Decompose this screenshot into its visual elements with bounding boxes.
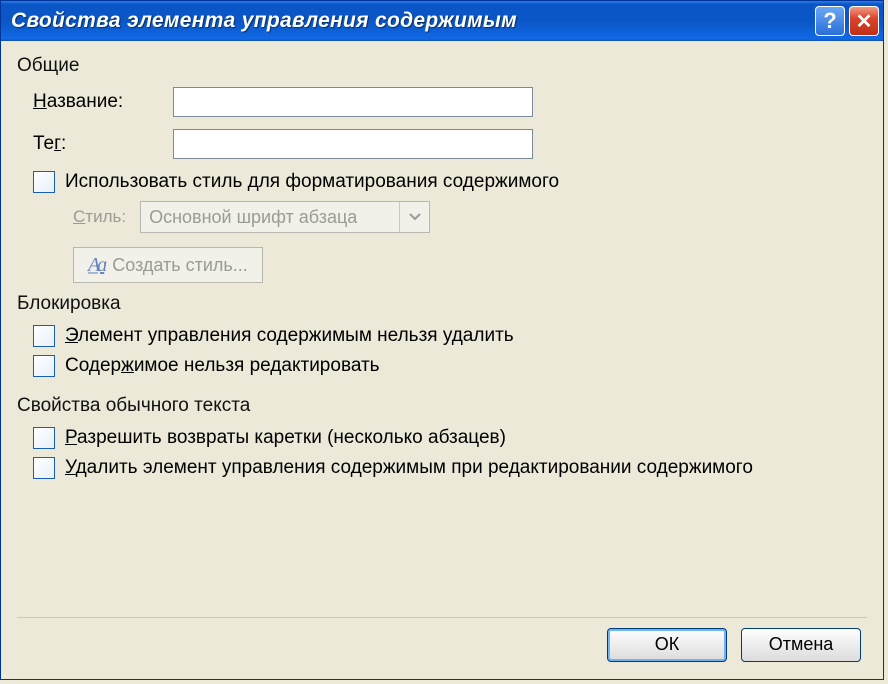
row-name: Название:: [33, 87, 867, 117]
titlebar-buttons: ? ✕: [815, 6, 879, 36]
name-label: Название:: [33, 91, 173, 113]
section-locking-title: Блокировка: [17, 293, 867, 315]
style-aa-icon: A̲ɑ: [88, 254, 104, 277]
cannot-delete-checkbox[interactable]: [33, 325, 55, 347]
create-style-label: Создать стиль...: [112, 255, 248, 276]
style-label: Стиль:: [73, 207, 126, 227]
style-combobox-value: Основной шрифт абзаца: [149, 207, 357, 228]
cannot-edit-label: Содержимое нельзя редактировать: [65, 355, 380, 377]
section-locking-body: Элемент управления содержимым нельзя уда…: [17, 325, 867, 385]
dialog-window: Свойства элемента управления содержимым …: [0, 0, 884, 680]
cannot-edit-checkbox[interactable]: [33, 355, 55, 377]
section-plaintext-title: Свойства обычного текста: [17, 395, 867, 417]
row-tag: Тег:: [33, 129, 867, 159]
allow-cr-checkbox[interactable]: [33, 427, 55, 449]
row-cannot-edit: Содержимое нельзя редактировать: [33, 355, 867, 377]
section-general-body: Название: Тег: Использовать стиль для фо…: [17, 87, 867, 283]
name-input[interactable]: [173, 87, 533, 117]
use-style-label: Использовать стиль для форматирования со…: [65, 171, 559, 193]
cannot-delete-label: Элемент управления содержимым нельзя уда…: [65, 325, 514, 347]
titlebar: Свойства элемента управления содержимым …: [1, 1, 883, 41]
row-use-style: Использовать стиль для форматирования со…: [33, 171, 867, 193]
ok-button[interactable]: ОК: [607, 628, 727, 662]
row-style: Стиль: Основной шрифт абзаца: [73, 201, 867, 233]
section-general-title: Общие: [17, 55, 867, 77]
dialog-body: Общие Название: Тег: Использовать стиль …: [1, 41, 883, 679]
tag-input[interactable]: [173, 129, 533, 159]
row-cannot-delete: Элемент управления содержимым нельзя уда…: [33, 325, 867, 347]
style-combobox: Основной шрифт абзаца: [140, 201, 430, 233]
tag-label: Тег:: [33, 133, 173, 155]
window-title: Свойства элемента управления содержимым: [11, 9, 815, 33]
help-button[interactable]: ?: [815, 6, 845, 36]
section-plaintext-body: Разрешить возвраты каретки (несколько аб…: [17, 427, 867, 487]
row-remove-on-edit: Удалить элемент управления содержимым пр…: [33, 457, 867, 479]
cancel-button[interactable]: Отмена: [741, 628, 861, 662]
use-style-checkbox[interactable]: [33, 171, 55, 193]
help-icon: ?: [823, 8, 836, 34]
row-allow-cr: Разрешить возвраты каретки (несколько аб…: [33, 427, 867, 449]
remove-on-edit-label: Удалить элемент управления содержимым пр…: [65, 457, 753, 479]
chevron-down-icon: [399, 202, 429, 232]
dialog-footer: ОК Отмена: [17, 617, 867, 671]
allow-cr-label: Разрешить возвраты каретки (несколько аб…: [65, 427, 506, 449]
close-button[interactable]: ✕: [849, 6, 879, 36]
create-style-button: A̲ɑ Создать стиль...: [73, 247, 263, 283]
remove-on-edit-checkbox[interactable]: [33, 457, 55, 479]
close-icon: ✕: [856, 9, 873, 34]
